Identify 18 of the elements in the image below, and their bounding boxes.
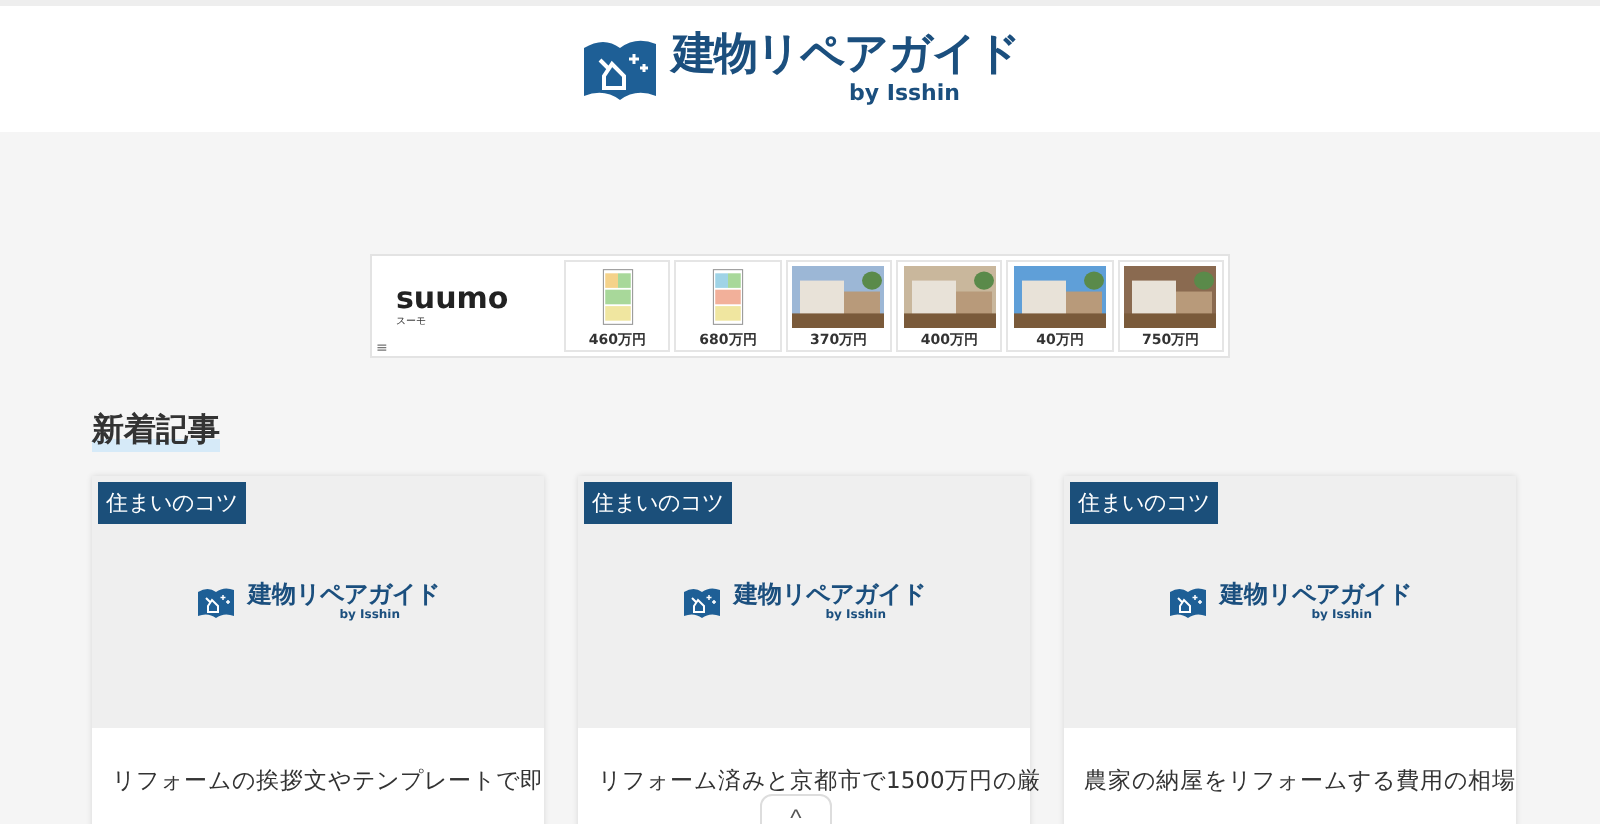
logo-title: 建物リペアガイド bbox=[248, 581, 440, 609]
brand-logo: suumo bbox=[396, 284, 511, 314]
section-title: 新着記事 bbox=[92, 410, 220, 452]
book-logo-icon bbox=[1168, 585, 1208, 619]
category-badge[interactable]: 住まいのコツ bbox=[584, 482, 732, 524]
book-logo-icon bbox=[682, 585, 722, 619]
category-badge[interactable]: 住まいのコツ bbox=[1070, 482, 1218, 524]
category-badge[interactable]: 住まいのコツ bbox=[98, 482, 246, 524]
article-title[interactable]: 農家の納屋をリフォームする費用の相場 bbox=[1084, 766, 1516, 794]
logo-title: 建物リペアガイド bbox=[1220, 581, 1412, 609]
logo-title: 建物リペアガイド bbox=[672, 31, 1020, 81]
article-title[interactable]: リフォーム済みと京都市で1500万円の厳 bbox=[598, 766, 1041, 794]
article-title[interactable]: リフォームの挨拶文やテンプレートで即 bbox=[112, 766, 544, 794]
scroll-top-button[interactable]: ^ bbox=[760, 794, 832, 824]
logo-subtitle: by Isshin bbox=[849, 80, 960, 107]
book-logo-icon bbox=[580, 35, 660, 103]
logo-title: 建物リペアガイド bbox=[734, 581, 926, 609]
book-logo-icon bbox=[196, 585, 236, 619]
